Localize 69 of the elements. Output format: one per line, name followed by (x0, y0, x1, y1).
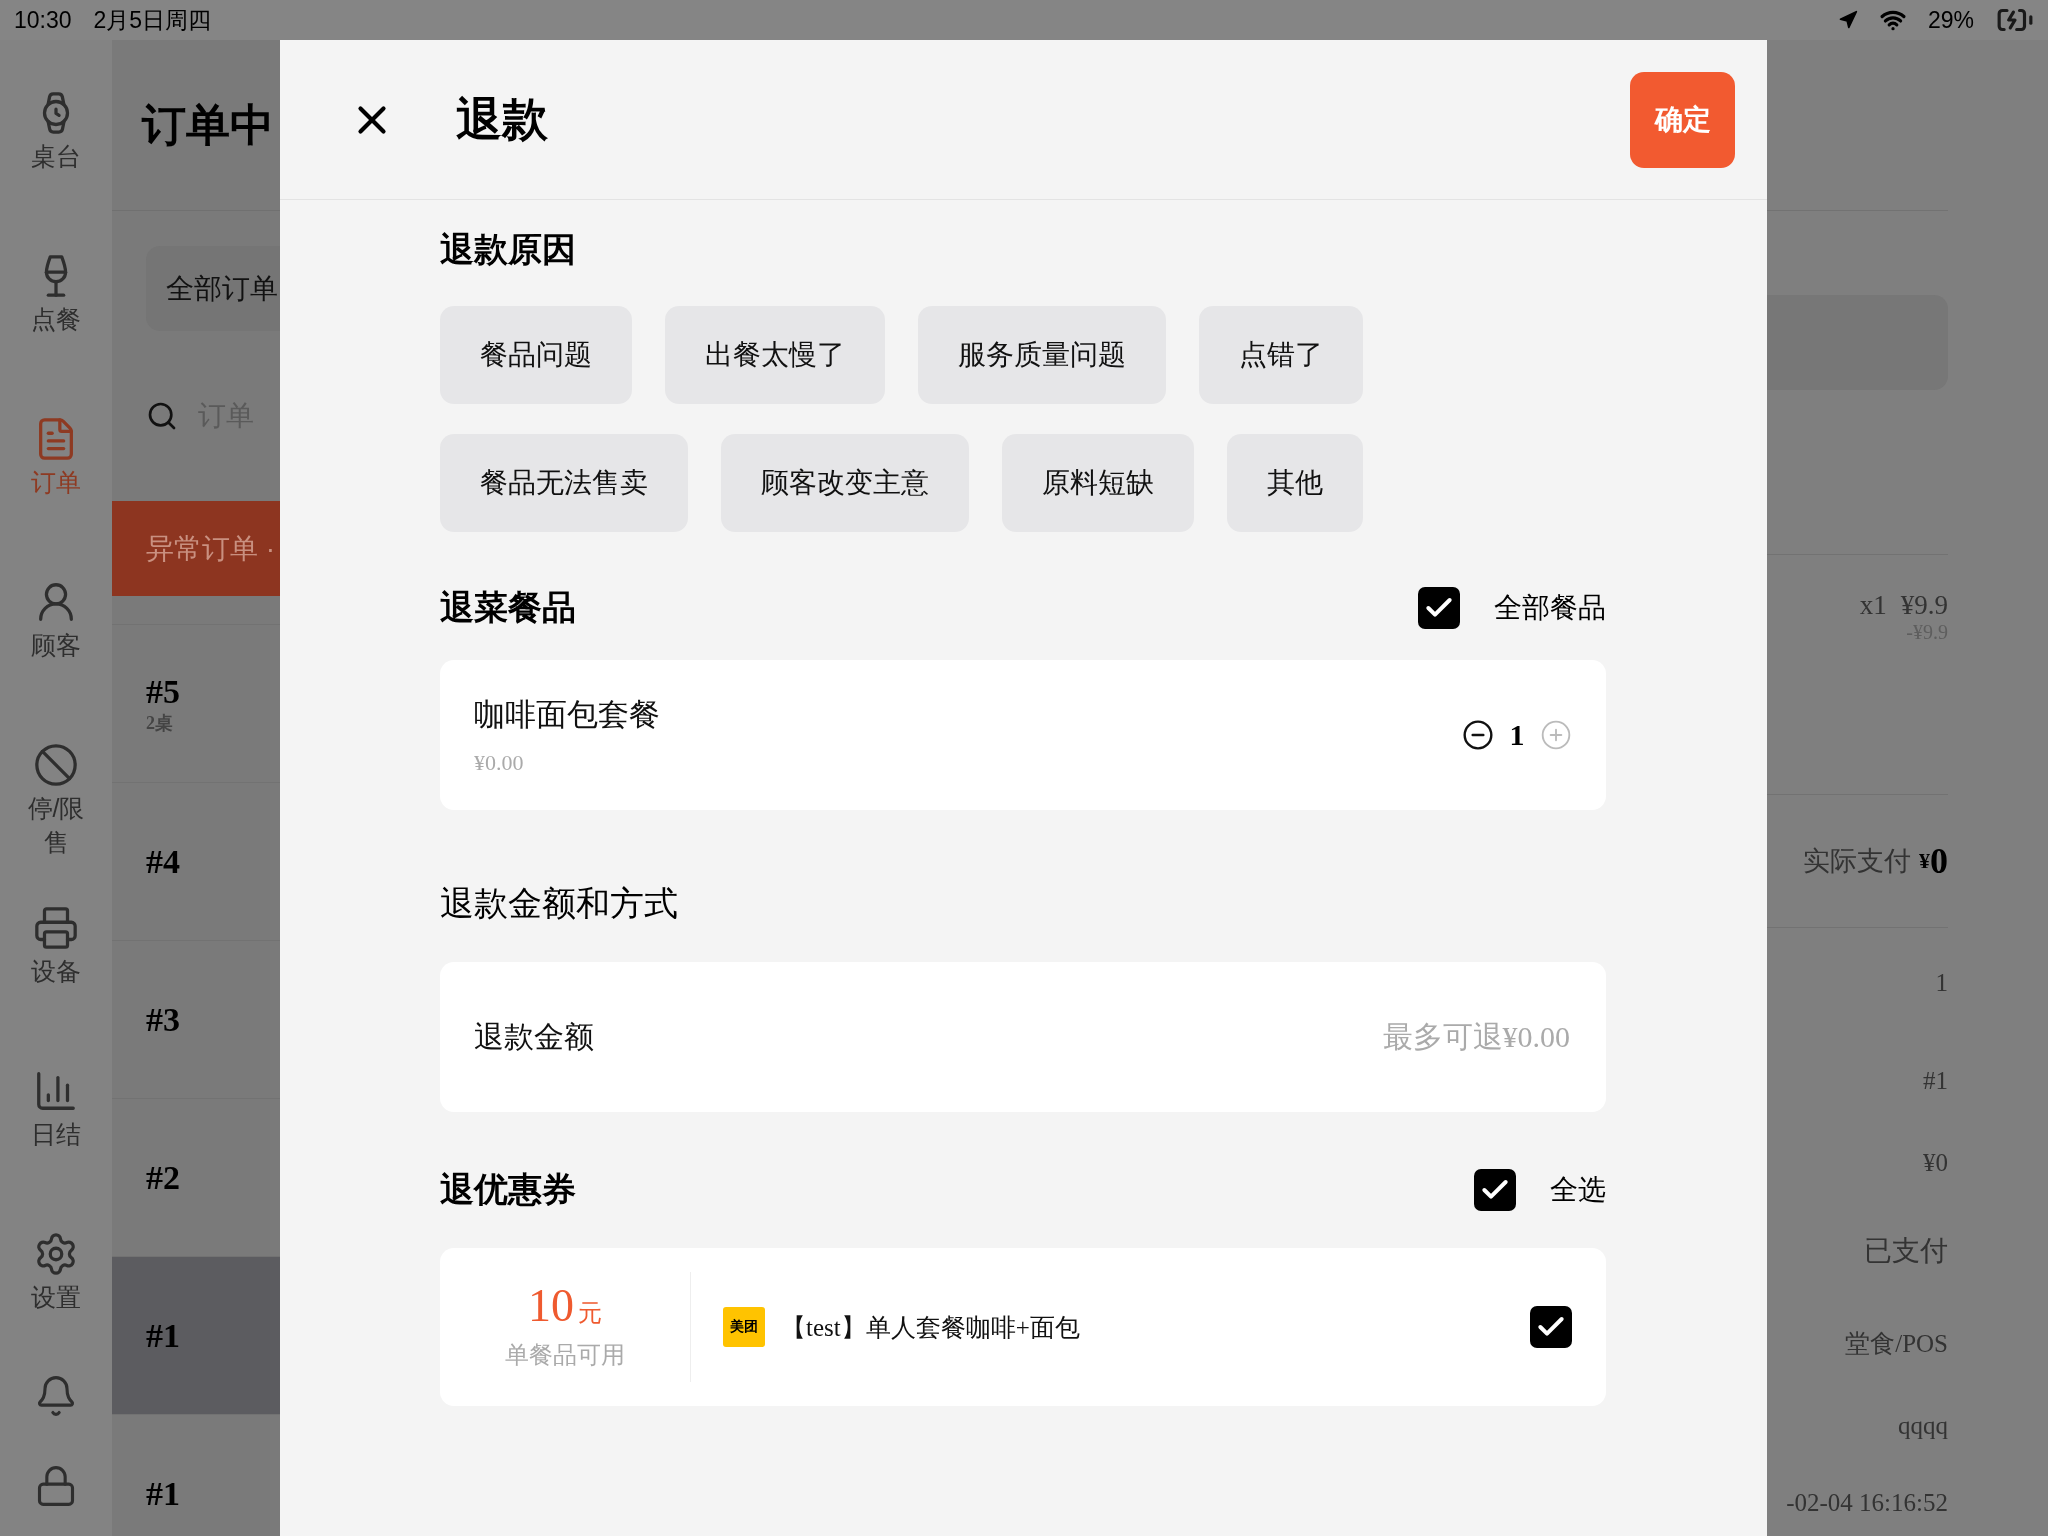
detail-value: 已支付 (1864, 1233, 1948, 1268)
detail-value: 堂食/POS (1845, 1328, 1948, 1359)
status-time: 10:30 (14, 6, 72, 34)
section-title: 退款金额和方式 (440, 883, 679, 924)
item-quantity: 1 (1508, 718, 1526, 752)
reason-chip[interactable]: 点错了 (1199, 306, 1363, 404)
page-title: 订单中 (142, 98, 274, 151)
item-price: ¥0.00 (474, 750, 525, 776)
amount-label: 退款金额 (474, 1018, 594, 1055)
reason-chip[interactable]: 顾客改变主意 (721, 434, 969, 532)
reason-chip[interactable]: 出餐太慢了 (665, 306, 885, 404)
coupon-value: 10 (528, 1280, 574, 1331)
sidebar-item[interactable]: 停/限售 (0, 742, 112, 905)
detail-value: 1 (1935, 969, 1948, 997)
sidebar-label: 设置 (30, 1282, 82, 1313)
source-badge: 美团 (723, 1307, 765, 1347)
coupon-unit: 元 (578, 1299, 602, 1326)
detail-value: -02-04 16:16:52 (1786, 1489, 1948, 1517)
detail-value: qqqq (1898, 1411, 1948, 1440)
amount-field[interactable]: 最多可退¥0.00 (594, 1019, 1572, 1055)
dialog-title: 退款 (456, 91, 549, 147)
status-date: 2月5日周四 (93, 5, 212, 35)
select-all-label: 全部餐品 (1494, 591, 1606, 625)
sidebar-item[interactable]: 设置 (0, 1231, 112, 1394)
checkbox[interactable] (1530, 1306, 1572, 1348)
sidebar-label: 日结 (30, 1119, 82, 1150)
sidebar-label: 点餐 (30, 304, 82, 335)
alert-banner[interactable]: 异常订单 · (112, 501, 280, 596)
printer-icon (33, 905, 79, 951)
sidebar-label: 设备 (30, 956, 82, 987)
reason-chip[interactable]: 原料短缺 (1002, 434, 1194, 532)
sidebar-item[interactable]: 日结 (0, 1068, 112, 1231)
checkbox[interactable] (1474, 1169, 1516, 1211)
order-row[interactable]: #1 (112, 1256, 280, 1414)
sidebar-item[interactable]: 桌台 (0, 90, 112, 253)
item-price: ¥9.9 (1900, 589, 1948, 621)
sidebar-item[interactable]: 点餐 (0, 253, 112, 416)
minus-button[interactable] (1462, 719, 1494, 751)
coupon-scope: 单餐品可用 (505, 1340, 625, 1370)
section-title: 退款原因 (440, 229, 577, 270)
sidebar-label: 桌台 (30, 141, 82, 172)
section-title: 退菜餐品 (440, 587, 577, 628)
reason-chip[interactable]: 服务质量问题 (918, 306, 1166, 404)
confirm-button[interactable]: 确定 (1630, 71, 1735, 168)
section-title: 退优惠券 (440, 1169, 577, 1210)
detail-value: ¥0 (1923, 1149, 1948, 1177)
sidebar-label: 停/限售 (26, 793, 86, 858)
paid-currency: ¥ (1919, 848, 1930, 874)
reason-chip[interactable]: 餐品无法售卖 (440, 434, 688, 532)
item-quantity: x1 (1859, 589, 1887, 621)
select-all-label: 全选 (1550, 1173, 1606, 1207)
paid-amount: 0 (1930, 840, 1948, 882)
reason-chip[interactable]: 餐品问题 (440, 306, 632, 404)
paid-label: 实际支付 (1803, 845, 1911, 878)
coupon-name: 【test】单人套餐咖啡+面包 (781, 1312, 1081, 1343)
sidebar-item[interactable]: 顾客 (0, 579, 112, 742)
reason-chip[interactable]: 其他 (1227, 434, 1363, 532)
filter-tab[interactable]: 全部订单 (146, 246, 280, 331)
battery-percent: 29% (1927, 6, 1974, 34)
sidebar-label: 顾客 (30, 630, 82, 661)
checkbox[interactable] (1418, 587, 1460, 629)
sidebar-item[interactable]: 设备 (0, 905, 112, 1068)
detail-value: #1 (1923, 1066, 1948, 1095)
sidebar-label: 订单 (30, 467, 82, 498)
item-name: 咖啡面包套餐 (474, 696, 661, 734)
minus-icon (1462, 719, 1494, 751)
location-icon (1837, 10, 1858, 30)
plus-icon (1540, 719, 1572, 751)
ban-icon (33, 742, 79, 788)
